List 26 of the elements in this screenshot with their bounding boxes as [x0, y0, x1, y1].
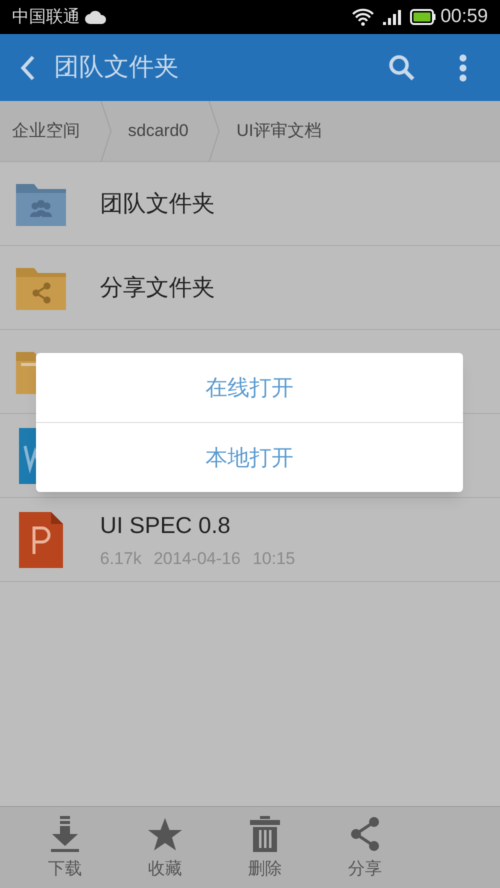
signal-icon: [382, 8, 402, 26]
file-name: 分享文件夹: [100, 273, 215, 302]
document-icon: [19, 512, 63, 568]
dialog-option[interactable]: 本地打开: [36, 422, 463, 492]
star-icon: [147, 818, 183, 852]
file-name: 团队文件夹: [100, 189, 215, 218]
more-options-icon[interactable]: [458, 54, 468, 82]
toolbar-button[interactable]: 删除: [215, 814, 315, 882]
clock-time: 00:59: [440, 4, 488, 29]
toolbar-button[interactable]: 分享: [315, 814, 415, 882]
cloud-icon: [84, 9, 108, 25]
battery-icon: [410, 9, 436, 25]
breadcrumb-item[interactable]: sdcard0: [112, 101, 208, 161]
breadcrumb-item[interactable]: UI评审文档: [220, 101, 342, 161]
carrier-name: 中国联通: [12, 6, 80, 28]
dialog-option[interactable]: 在线打开: [36, 353, 463, 422]
search-icon[interactable]: [388, 54, 416, 82]
share-icon: [349, 816, 381, 852]
toolbar-button[interactable]: 收藏: [115, 814, 215, 882]
toolbar-button[interactable]: 下载: [15, 814, 115, 882]
trash-icon: [249, 816, 281, 852]
screen-title: 团队文件夹: [54, 52, 179, 83]
wifi-icon: [352, 8, 374, 26]
download-icon: [49, 816, 81, 852]
breadcrumb-item[interactable]: 企业空间: [0, 101, 100, 161]
file-name: UI SPEC 0.8: [100, 510, 232, 540]
